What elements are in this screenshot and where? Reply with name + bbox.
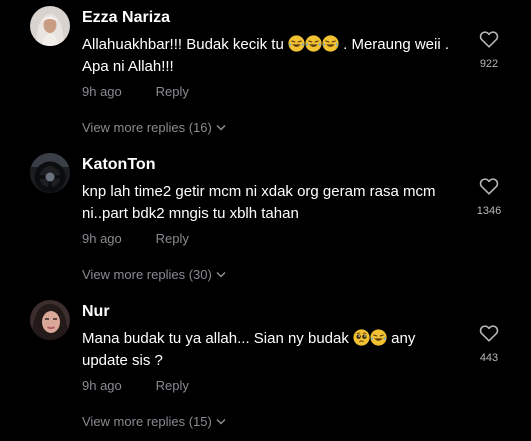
crying-laughing-emoji-icon — [370, 329, 387, 346]
comment-text: knp lah time2 getir mcm ni xdak org gera… — [82, 181, 462, 225]
comment-item: Nur Mana budak tu ya allah... Sian ny bu… — [0, 294, 531, 441]
comment-meta: 9h ago Reply — [82, 378, 189, 394]
reply-button[interactable]: Reply — [156, 231, 189, 247]
comment-meta: 9h ago Reply — [82, 231, 189, 247]
comment-text: Mana budak tu ya allah... Sian ny budak … — [82, 328, 462, 372]
comment-text-part: knp lah time2 getir mcm ni xdak org gera… — [82, 183, 436, 222]
comment-text-part: Allahuakhbar!!! Budak kecik tu — [82, 36, 288, 53]
view-more-replies-label: View more replies (16) — [82, 120, 212, 135]
comment-username[interactable]: Nur — [82, 302, 110, 322]
like-column: 922 — [466, 30, 512, 71]
chevron-down-icon — [216, 124, 226, 131]
pleading-face-emoji-icon — [353, 329, 370, 346]
view-more-replies-label: View more replies (15) — [82, 414, 212, 429]
comment-meta: 9h ago Reply — [82, 84, 189, 100]
comment-item: Ezza Nariza Allahuakhbar!!! Budak kecik … — [0, 0, 531, 147]
view-more-replies-button[interactable]: View more replies (15) — [82, 414, 226, 430]
crying-laughing-emoji-icon — [305, 35, 322, 52]
comment-timestamp: 9h ago — [82, 378, 122, 393]
reply-button[interactable]: Reply — [156, 378, 189, 394]
like-column: 443 — [466, 324, 512, 365]
like-count: 922 — [479, 58, 499, 70]
heart-icon[interactable] — [479, 177, 499, 195]
comment-username[interactable]: Ezza Nariza — [82, 8, 170, 28]
avatar[interactable] — [30, 6, 70, 46]
reply-button[interactable]: Reply — [156, 84, 189, 100]
chevron-down-icon — [216, 271, 226, 278]
comment-text-part: Mana budak tu ya allah... Sian ny budak — [82, 330, 354, 347]
chevron-down-icon — [216, 418, 226, 425]
view-more-replies-label: View more replies (30) — [82, 267, 212, 282]
avatar[interactable] — [30, 300, 70, 340]
avatar[interactable] — [30, 153, 70, 193]
heart-icon[interactable] — [479, 30, 499, 48]
steering-wheel-avatar-icon — [30, 153, 70, 193]
crying-laughing-emoji-icon — [288, 35, 305, 52]
view-more-replies-button[interactable]: View more replies (30) — [82, 267, 226, 283]
comment-username[interactable]: KatonTon — [82, 155, 155, 175]
comment-text: Allahuakhbar!!! Budak kecik tu . Meraung… — [82, 34, 462, 78]
comment-timestamp: 9h ago — [82, 231, 122, 246]
comment-timestamp: 9h ago — [82, 84, 122, 99]
woman-selfie-avatar-icon — [30, 300, 70, 340]
woman-hijab-avatar-icon — [30, 6, 70, 46]
comment-item: KatonTon knp lah time2 getir mcm ni xdak… — [0, 147, 531, 294]
like-count: 1346 — [476, 205, 502, 217]
heart-icon[interactable] — [479, 324, 499, 342]
crying-laughing-emoji-icon — [322, 35, 339, 52]
like-count: 443 — [479, 352, 499, 364]
like-column: 1346 — [466, 177, 512, 218]
view-more-replies-button[interactable]: View more replies (16) — [82, 120, 226, 136]
